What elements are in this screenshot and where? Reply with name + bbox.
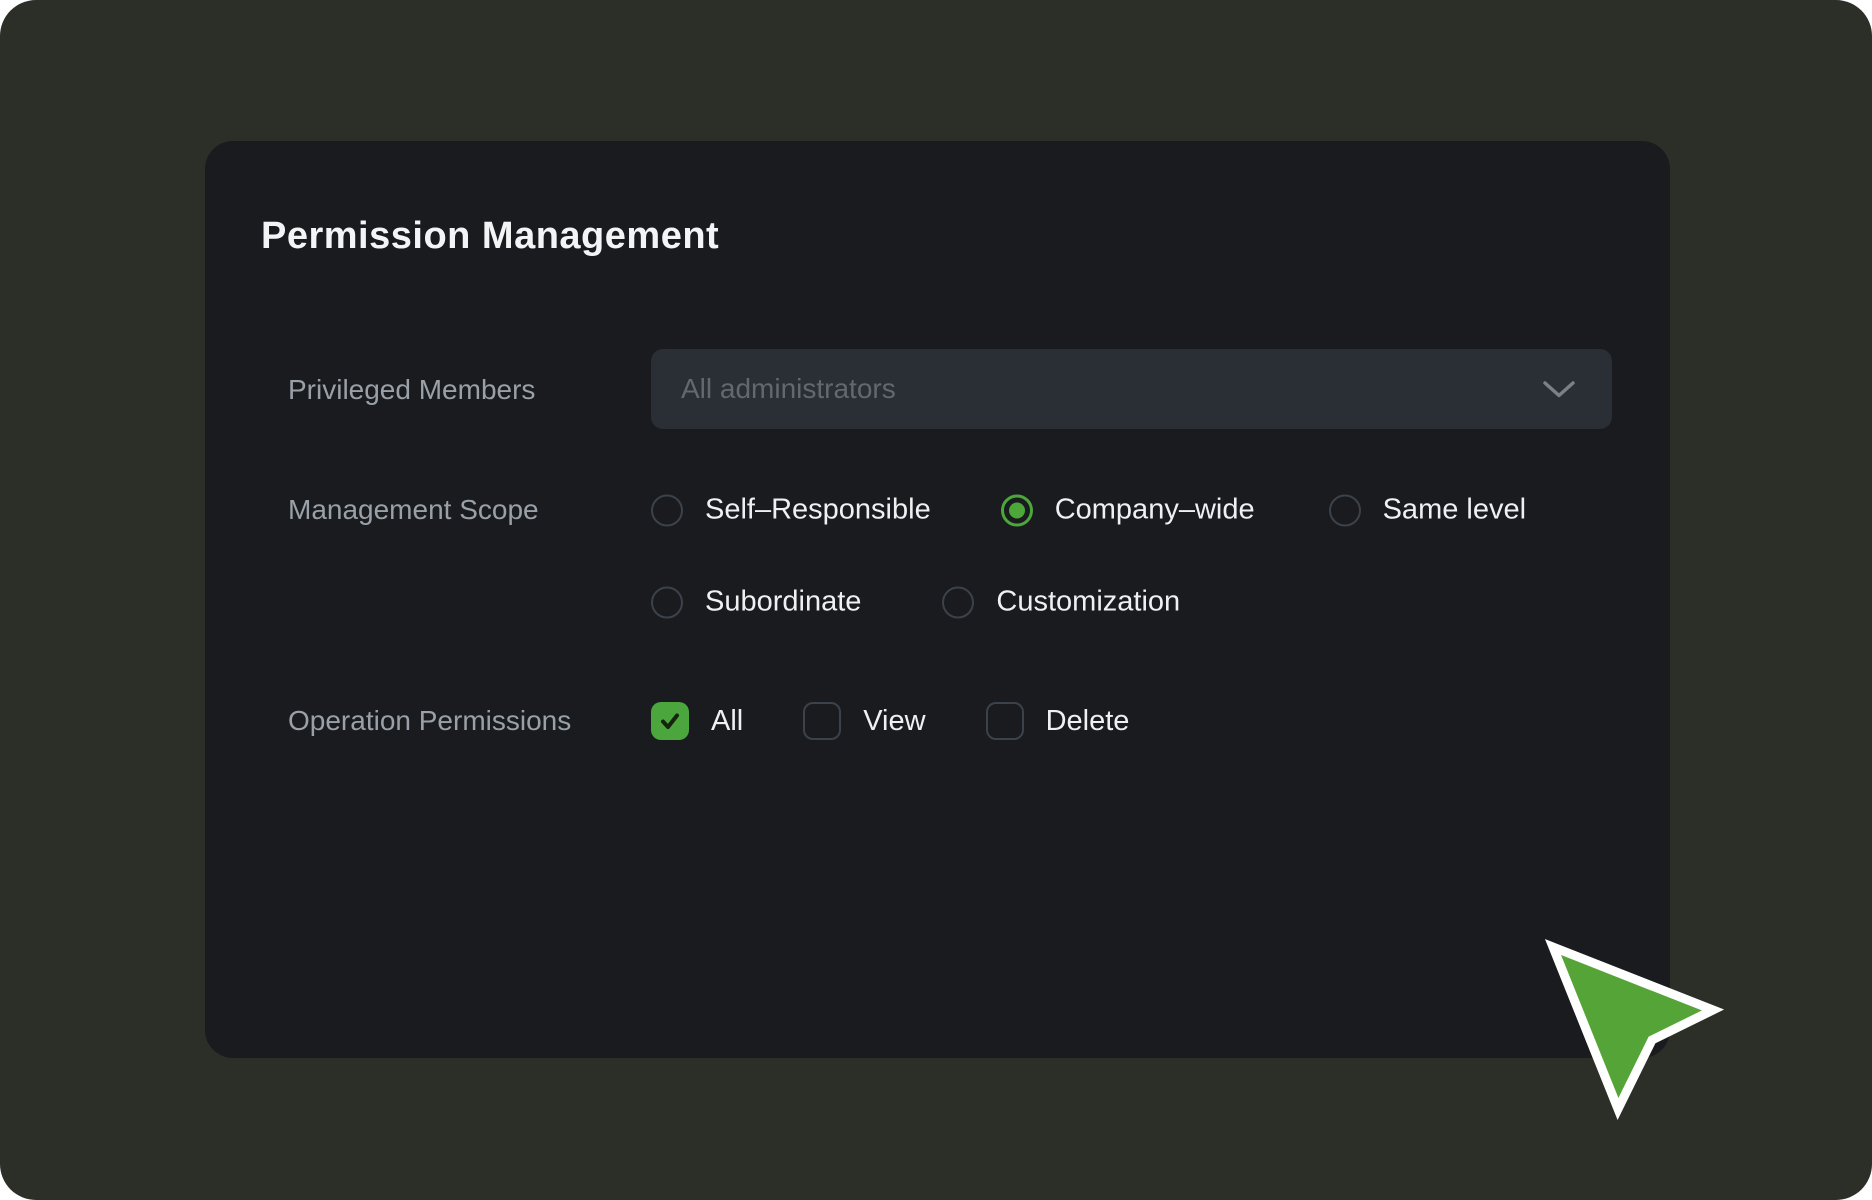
radio-option-same-level[interactable]: Same level (1329, 494, 1526, 527)
checkbox-option-label[interactable]: All (711, 705, 743, 738)
checkbox-option-label[interactable]: View (863, 705, 925, 738)
radio-option-subordinate[interactable]: Subordinate (651, 586, 861, 619)
checkbox-option-all[interactable]: All (651, 702, 743, 740)
checkbox-option-label[interactable]: Delete (1046, 705, 1130, 738)
operation-permissions-label: Operation Permissions (288, 705, 571, 737)
radio-option-label[interactable]: Same level (1383, 494, 1526, 527)
radio-selected-icon[interactable] (1001, 494, 1033, 526)
operation-permissions-checkbox-row: All View Delete (651, 702, 1129, 740)
radio-option-label[interactable]: Self–Responsible (705, 494, 931, 527)
radio-icon[interactable] (651, 494, 683, 526)
radio-option-label[interactable]: Company–wide (1055, 494, 1255, 527)
radio-option-label[interactable]: Subordinate (705, 586, 861, 619)
chevron-down-icon (1542, 380, 1576, 399)
privileged-members-select-value: All administrators (681, 373, 1542, 405)
page-title: Permission Management (261, 215, 719, 258)
radio-option-customization[interactable]: Customization (942, 586, 1180, 619)
privileged-members-select[interactable]: All administrators (651, 349, 1612, 429)
management-scope-radio-row-1: Self–Responsible Company–wide Same level (651, 494, 1526, 527)
radio-icon[interactable] (942, 586, 974, 618)
checkbox-checked-icon[interactable] (651, 702, 689, 740)
checkbox-icon[interactable] (803, 702, 841, 740)
checkbox-option-delete[interactable]: Delete (986, 702, 1130, 740)
management-scope-label: Management Scope (288, 494, 539, 526)
radio-icon[interactable] (651, 586, 683, 618)
radio-option-self-responsible[interactable]: Self–Responsible (651, 494, 931, 527)
page-background: Permission Management Privileged Members… (0, 0, 1872, 1200)
radio-option-company-wide[interactable]: Company–wide (1001, 494, 1255, 527)
radio-icon[interactable] (1329, 494, 1361, 526)
checkbox-icon[interactable] (986, 702, 1024, 740)
permission-management-panel: Permission Management Privileged Members… (205, 141, 1670, 1058)
privileged-members-label: Privileged Members (288, 374, 535, 406)
radio-option-label[interactable]: Customization (996, 586, 1180, 619)
management-scope-radio-row-2: Subordinate Customization (651, 586, 1180, 619)
checkbox-option-view[interactable]: View (803, 702, 925, 740)
